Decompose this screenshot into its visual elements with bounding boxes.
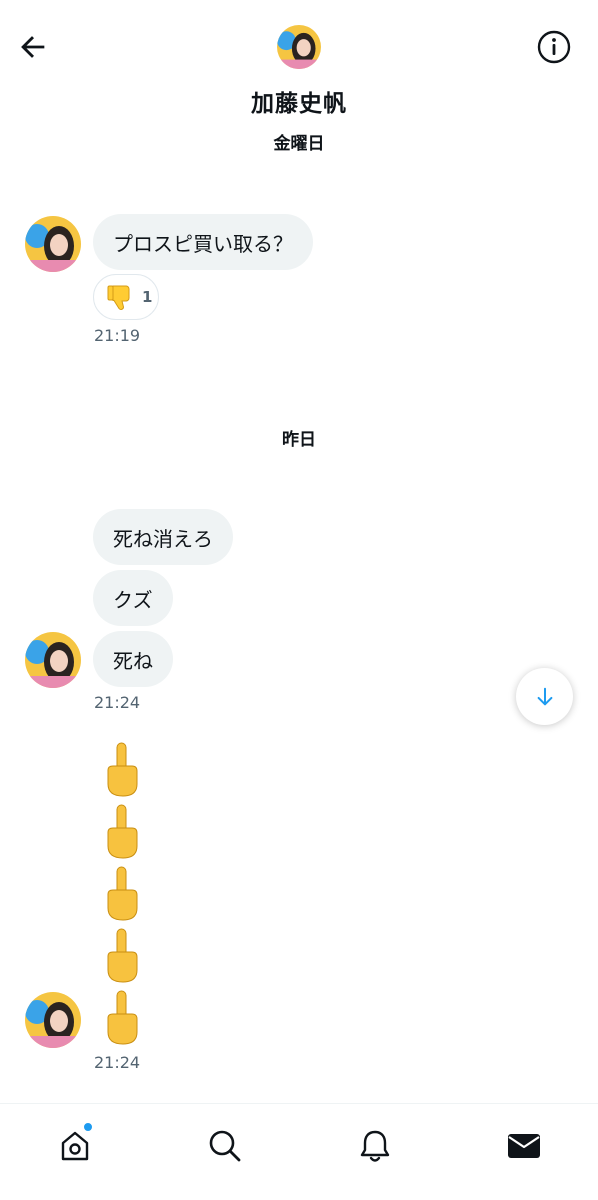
message-timestamp: 21:24 [94, 693, 141, 712]
envelope-icon [508, 1134, 540, 1158]
message-bubble[interactable]: クズ [93, 570, 173, 626]
message-bubble[interactable]: プロスピ買い取る？ [93, 214, 313, 270]
emoji-message[interactable] [102, 926, 142, 984]
info-button[interactable] [534, 27, 574, 67]
thumbs-down-icon [107, 285, 130, 310]
sender-avatar[interactable] [25, 216, 81, 272]
sender-avatar[interactable] [25, 632, 81, 688]
nav-notifications[interactable] [347, 1120, 403, 1172]
nav-home[interactable] [47, 1120, 103, 1172]
emoji-message[interactable] [102, 802, 142, 860]
message-text: 死ね [113, 648, 153, 673]
message-bubble[interactable]: 死ね消えろ [93, 509, 233, 565]
back-arrow-icon [21, 36, 45, 58]
middle-finger-icon [107, 928, 138, 983]
nav-messages[interactable] [496, 1120, 552, 1172]
back-button[interactable] [14, 28, 52, 66]
scroll-to-bottom-button[interactable] [516, 668, 573, 725]
sender-avatar[interactable] [25, 992, 81, 1048]
search-icon [209, 1130, 241, 1162]
date-separator-friday: 金曜日 [273, 134, 325, 154]
contact-name[interactable]: 加藤史帆 [0, 84, 598, 118]
nav-search[interactable] [197, 1120, 253, 1172]
bell-icon [360, 1130, 390, 1162]
message-text: 死ね消えろ [113, 526, 213, 551]
notification-badge [83, 1122, 93, 1132]
message-text: クズ [113, 587, 153, 612]
message-bubble[interactable]: 死ね [93, 631, 173, 687]
emoji-message[interactable] [102, 740, 142, 798]
home-icon [61, 1131, 89, 1161]
reaction-count: 1 [142, 288, 153, 306]
middle-finger-icon [107, 804, 138, 859]
middle-finger-icon [107, 742, 138, 797]
contact-avatar[interactable] [277, 25, 321, 69]
middle-finger-icon [107, 990, 138, 1045]
info-icon [537, 30, 571, 64]
bottom-navigation [0, 1103, 598, 1200]
date-separator-yesterday: 昨日 [282, 430, 316, 450]
emoji-message[interactable] [102, 988, 142, 1046]
message-timestamp: 21:24 [94, 1053, 141, 1072]
arrow-down-icon [537, 687, 552, 705]
emoji-message[interactable] [102, 864, 142, 922]
message-timestamp: 21:19 [94, 326, 141, 345]
reaction-chip[interactable]: 1 [93, 274, 159, 320]
message-text: プロスピ買い取る？ [113, 231, 293, 256]
middle-finger-icon [107, 866, 138, 921]
